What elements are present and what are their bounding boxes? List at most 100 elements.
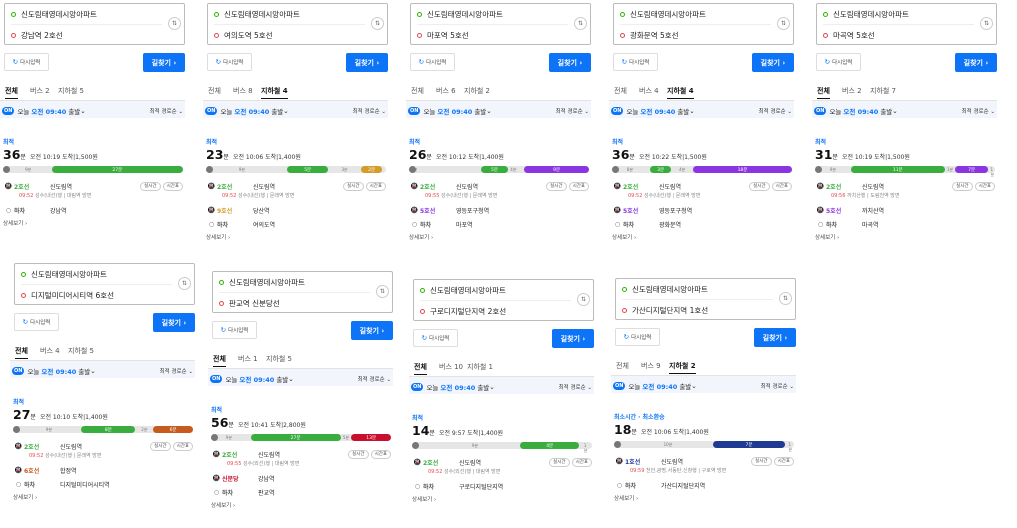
live-toggle[interactable]: ON: [12, 367, 25, 375]
chevron-down-icon[interactable]: ⌄: [489, 383, 494, 391]
destination-field[interactable]: 마곡역 5호선: [823, 25, 974, 45]
live-toggle[interactable]: ON: [611, 107, 624, 115]
route-summary[interactable]: 최적 36 분 오전 10:19 도착 | 1,500원 9분 27분 🚇 2호선 신도림역 실시…: [0, 118, 185, 260]
reset-button[interactable]: ↻ 다시입력: [410, 53, 455, 71]
destination-field[interactable]: 디지털미디어시티역 6호선: [21, 285, 172, 305]
sort-dropdown[interactable]: 최적 경로순 ⌄: [962, 107, 995, 115]
origin-field[interactable]: 신도림태영데시앙아파트: [11, 5, 162, 25]
destination-field[interactable]: 여의도역 5호선: [214, 25, 365, 45]
route-summary[interactable]: 최적 26 분 오전 10:12 도착 | 1,400원 6분 4분 5분 9분 🚇 2호선 신도림…: [406, 118, 591, 260]
depart-time[interactable]: 오전 09:40: [640, 106, 675, 116]
live-toggle[interactable]: ON: [408, 107, 421, 115]
swap-icon[interactable]: ⇅: [574, 17, 587, 30]
route-summary[interactable]: 최적23분오전 10:06 도착 | 1,400원9분3분1분5분2분🚇2호선신…: [203, 118, 388, 260]
reset-button[interactable]: ↻ 다시입력: [4, 53, 49, 71]
tab-1[interactable]: 버스 2: [30, 86, 50, 96]
chevron-down-icon[interactable]: ⌄: [691, 382, 696, 390]
origin-field[interactable]: 신도림태영데시앙아파트: [823, 5, 974, 25]
route-summary[interactable]: 최소시간 · 최소환승 18 분 오전 10:06 도착 | 1,400원 10분 1분 7…: [611, 393, 796, 528]
timetable-button[interactable]: 시간표: [773, 456, 794, 466]
reset-button[interactable]: ↻ 다시입력: [14, 313, 59, 331]
swap-icon[interactable]: ⇅: [777, 17, 790, 30]
find-route-button[interactable]: 길찾기 ›: [153, 313, 195, 332]
tab-2[interactable]: 지하철 2: [669, 361, 696, 374]
swap-icon[interactable]: ⇅: [376, 285, 389, 298]
depart-time[interactable]: 오전 09:40: [642, 381, 677, 391]
sort-dropdown[interactable]: 최적 경로순 ⌄: [358, 375, 391, 383]
chevron-down-icon[interactable]: ⌄: [486, 107, 491, 115]
find-route-button[interactable]: 길찾기 ›: [752, 53, 794, 72]
timetable-button[interactable]: 시간표: [365, 181, 386, 191]
reset-button[interactable]: ↻ 다시입력: [816, 53, 861, 71]
details-link[interactable]: 상세보기 ›: [614, 494, 638, 502]
swap-icon[interactable]: ⇅: [577, 293, 590, 306]
tab-1[interactable]: 버스 1: [238, 354, 258, 364]
tab-0[interactable]: 전체: [208, 86, 221, 96]
origin-field[interactable]: 신도림태영데시앙아파트: [420, 281, 571, 301]
realtime-button[interactable]: 실시간: [343, 181, 364, 191]
realtime-button[interactable]: 실시간: [751, 456, 772, 466]
swap-icon[interactable]: ⇅: [178, 277, 191, 290]
depart-time[interactable]: 오전 09:40: [239, 374, 274, 384]
origin-field[interactable]: 신도림태영데시앙아파트: [417, 5, 568, 25]
sort-dropdown[interactable]: 최적 경로순 ⌄: [559, 383, 592, 391]
details-link[interactable]: 상세보기 ›: [409, 233, 433, 241]
reset-button[interactable]: ↻ 다시입력: [212, 321, 257, 339]
tab-1[interactable]: 버스 2: [842, 86, 862, 96]
tab-0[interactable]: 전체: [414, 362, 427, 375]
tab-2[interactable]: 지하철 2: [464, 86, 490, 96]
live-toggle[interactable]: ON: [411, 383, 424, 391]
details-link[interactable]: 상세보기 ›: [815, 233, 839, 241]
sort-dropdown[interactable]: 최적 경로순 ⌄: [160, 367, 193, 375]
find-route-button[interactable]: 길찾기 ›: [143, 53, 185, 72]
swap-icon[interactable]: ⇅: [779, 292, 792, 305]
live-toggle[interactable]: ON: [210, 375, 223, 383]
destination-field[interactable]: 강남역 2호선: [11, 25, 162, 45]
find-route-button[interactable]: 길찾기 ›: [754, 328, 796, 347]
timetable-button[interactable]: 시간표: [370, 449, 391, 459]
destination-field[interactable]: 판교역 신분당선: [219, 293, 370, 313]
tab-0[interactable]: 전체: [614, 86, 627, 96]
origin-field[interactable]: 신도림태영데시앙아파트: [214, 5, 365, 25]
details-link[interactable]: 상세보기 ›: [211, 501, 235, 509]
origin-field[interactable]: 신도림태영데시앙아파트: [620, 5, 771, 25]
route-summary[interactable]: 최적 56 분 오전 10:41 도착 | 2,800원 9분 5분 27분 13분 🚇 2호선 신…: [208, 386, 393, 528]
chevron-down-icon[interactable]: ⌄: [892, 107, 897, 115]
tab-0[interactable]: 전체: [213, 354, 226, 367]
tab-0[interactable]: 전체: [5, 86, 18, 99]
depart-time[interactable]: 오전 09:40: [31, 106, 66, 116]
reset-button[interactable]: ↻ 다시입력: [613, 53, 658, 71]
find-route-button[interactable]: 길찾기 ›: [955, 53, 997, 72]
origin-field[interactable]: 신도림태영데시앙아파트: [219, 273, 370, 293]
route-summary[interactable]: 최적 31 분 오전 10:19 도착 | 1,500원 9분 1분 1분 11분 7분 🚇 2호선…: [812, 118, 997, 260]
tab-0[interactable]: 전체: [616, 361, 629, 371]
tab-0[interactable]: 전체: [817, 86, 830, 99]
timetable-button[interactable]: 시간표: [771, 181, 792, 191]
live-toggle[interactable]: ON: [814, 107, 827, 115]
timetable-button[interactable]: 시간표: [974, 181, 995, 191]
realtime-button[interactable]: 실시간: [348, 449, 369, 459]
route-summary[interactable]: 최적 36 분 오전 10:22 도착 | 1,500원 8분 4분 3분 18분 🚇 2호선 신도…: [609, 118, 794, 260]
chevron-down-icon[interactable]: ⌄: [283, 107, 288, 115]
tab-1[interactable]: 버스 9: [641, 361, 661, 371]
details-link[interactable]: 상세보기 ›: [13, 493, 37, 501]
tab-2[interactable]: 지하철 4: [261, 86, 288, 99]
depart-time[interactable]: 오전 09:40: [440, 382, 475, 392]
details-link[interactable]: 상세보기 ›: [412, 495, 436, 503]
find-route-button[interactable]: 길찾기 ›: [351, 321, 393, 340]
destination-field[interactable]: 가산디지털단지역 1호선: [622, 300, 773, 320]
destination-field[interactable]: 마포역 5호선: [417, 25, 568, 45]
swap-icon[interactable]: ⇅: [168, 17, 181, 30]
tab-2[interactable]: 지하철 5: [266, 354, 292, 364]
reset-button[interactable]: ↻ 다시입력: [615, 328, 660, 346]
swap-icon[interactable]: ⇅: [980, 17, 993, 30]
origin-field[interactable]: 신도림태영데시앙아파트: [21, 265, 172, 285]
depart-time[interactable]: 오전 09:40: [41, 366, 76, 376]
realtime-button[interactable]: 실시간: [549, 457, 570, 467]
depart-time[interactable]: 오전 09:40: [843, 106, 878, 116]
chevron-down-icon[interactable]: ⌄: [288, 375, 293, 383]
chevron-down-icon[interactable]: ⌄: [80, 107, 85, 115]
swap-icon[interactable]: ⇅: [371, 17, 384, 30]
route-summary[interactable]: 최적 27 분 오전 10:10 도착 | 1,400원 9분 2분 8분 6분 🚇 2호선 신도림…: [10, 378, 195, 520]
tab-1[interactable]: 버스 10: [439, 362, 463, 372]
